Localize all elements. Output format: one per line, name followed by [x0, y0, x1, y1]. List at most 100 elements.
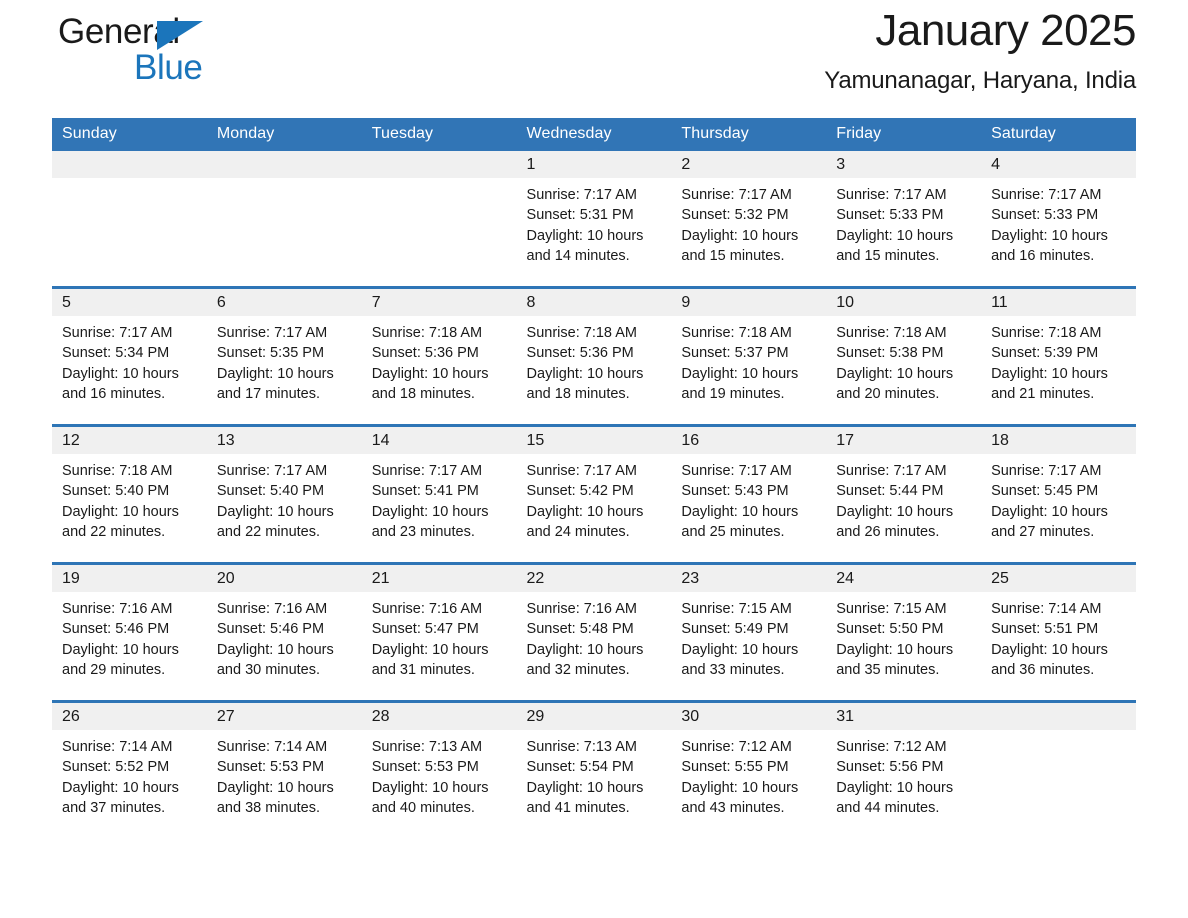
day-details: Sunrise: 7:13 AM Sunset: 5:54 PM Daylight:…	[517, 730, 672, 818]
daylight-text-line2: and 35 minutes.	[836, 661, 940, 678]
day-cell-inner: 30 Sunrise: 7:12 AM Sunset: 5:55 PM Dayligh…	[671, 703, 827, 838]
calendar-day-cell[interactable]: 3 Sunrise: 7:17 AM Sunset: 5:33 PM Daylight…	[826, 151, 982, 288]
calendar-day-cell[interactable]: 12 Sunrise: 7:18 AM Sunset: 5:40 PM Dayligh…	[52, 424, 207, 564]
day-cell-inner	[361, 151, 517, 286]
calendar-day-cell[interactable]: 18 Sunrise: 7:17 AM Sunset: 5:45 PM Dayligh…	[981, 424, 1136, 564]
daylight-text-line2: and 17 minutes.	[216, 385, 321, 402]
calendar-day-cell[interactable]: 2 Sunrise: 7:17 AM Sunset: 5:32 PM Daylight…	[671, 151, 827, 288]
day-details: Sunrise: 7:17 AM Sunset: 5:33 PM Daylight:…	[981, 178, 1136, 266]
calendar-day-cell[interactable]: 11 Sunrise: 7:18 AM Sunset: 5:39 PM Dayligh…	[981, 286, 1136, 426]
calendar-day-cell[interactable]: 10 Sunrise: 7:18 AM Sunset: 5:38 PM Dayligh…	[826, 286, 982, 426]
calendar-day-cell[interactable]: 26 Sunrise: 7:14 AM Sunset: 5:52 PM Dayligh…	[52, 700, 207, 838]
calendar-day-cell[interactable]: 5 Sunrise: 7:17 AM Sunset: 5:34 PM Daylight…	[52, 286, 207, 426]
sunrise-text: Sunrise: 7:18 AM	[62, 463, 173, 479]
calendar-day-cell[interactable]: 25 Sunrise: 7:14 AM Sunset: 5:51 PM Dayligh…	[981, 562, 1136, 702]
daylight-text-line2: and 37 minutes.	[62, 799, 166, 816]
daylight-text-line1: Daylight: 10 hours	[526, 503, 644, 520]
daylight-text-line2: and 24 minutes.	[526, 523, 630, 540]
day-number: 4	[981, 151, 1136, 178]
day-details: Sunrise: 7:17 AM Sunset: 5:41 PM Daylight:…	[362, 454, 517, 542]
calendar-day-cell[interactable]: 23 Sunrise: 7:15 AM Sunset: 5:49 PM Dayligh…	[671, 562, 827, 702]
daylight-text-line2: and 36 minutes.	[991, 661, 1095, 678]
calendar-day-cell[interactable]: 28 Sunrise: 7:13 AM Sunset: 5:53 PM Dayligh…	[361, 700, 517, 838]
sunset-text: Sunset: 5:41 PM	[371, 483, 479, 500]
day-number: 21	[361, 565, 517, 592]
calendar-day-cell[interactable]: 14 Sunrise: 7:17 AM Sunset: 5:41 PM Dayligh…	[361, 424, 517, 564]
day-details: Sunrise: 7:13 AM Sunset: 5:53 PM Daylight:…	[362, 730, 517, 818]
sunrise-text: Sunrise: 7:17 AM	[526, 463, 637, 479]
sunrise-text: Sunrise: 7:15 AM	[681, 601, 792, 617]
day-number: 10	[826, 289, 982, 316]
calendar-day-cell[interactable]: 4 Sunrise: 7:17 AM Sunset: 5:33 PM Daylight…	[981, 151, 1136, 288]
calendar-day-cell[interactable]: 9 Sunrise: 7:18 AM Sunset: 5:37 PM Daylight…	[671, 286, 827, 426]
day-cell-inner: 23 Sunrise: 7:15 AM Sunset: 5:49 PM Dayligh…	[671, 565, 827, 700]
day-number: 7	[361, 289, 517, 316]
day-cell-inner: 16 Sunrise: 7:17 AM Sunset: 5:43 PM Dayligh…	[671, 427, 827, 562]
sunset-text: Sunset: 5:53 PM	[371, 759, 479, 776]
day-number: 23	[671, 565, 827, 592]
weekday-header-thursday: Thursday	[671, 118, 827, 151]
general-blue-logo[interactable]: General Blue	[58, 14, 203, 85]
calendar-day-cell-empty	[981, 700, 1136, 838]
daylight-text-line2: and 26 minutes.	[836, 523, 940, 540]
calendar-day-cell[interactable]: 17 Sunrise: 7:17 AM Sunset: 5:44 PM Dayligh…	[826, 424, 982, 564]
calendar-day-cell[interactable]: 27 Sunrise: 7:14 AM Sunset: 5:53 PM Dayligh…	[206, 700, 362, 838]
daylight-text-line1: Daylight: 10 hours	[62, 503, 179, 520]
day-details: Sunrise: 7:15 AM Sunset: 5:49 PM Daylight:…	[671, 592, 826, 680]
sunrise-text: Sunrise: 7:15 AM	[836, 601, 947, 617]
sunrise-text: Sunrise: 7:17 AM	[836, 463, 947, 479]
daylight-text-line2: and 27 minutes.	[991, 523, 1095, 540]
sunset-text: Sunset: 5:33 PM	[836, 207, 944, 224]
calendar-day-cell[interactable]: 22 Sunrise: 7:16 AM Sunset: 5:48 PM Dayligh…	[516, 562, 672, 702]
sunrise-text: Sunrise: 7:17 AM	[681, 463, 792, 479]
page-title: January 2025	[875, 6, 1136, 55]
day-cell-inner: 12 Sunrise: 7:18 AM Sunset: 5:40 PM Dayligh…	[52, 427, 207, 562]
calendar-day-cell[interactable]: 15 Sunrise: 7:17 AM Sunset: 5:42 PM Dayligh…	[516, 424, 672, 564]
daylight-text-line1: Daylight: 10 hours	[526, 227, 644, 244]
day-cell-inner: 14 Sunrise: 7:17 AM Sunset: 5:41 PM Dayligh…	[361, 427, 517, 562]
location-subtitle: Yamunanagar, Haryana, India	[824, 67, 1136, 95]
sunset-text: Sunset: 5:56 PM	[836, 759, 944, 776]
calendar-day-cell[interactable]: 8 Sunrise: 7:18 AM Sunset: 5:36 PM Daylight…	[516, 286, 672, 426]
calendar-day-cell[interactable]: 1 Sunrise: 7:17 AM Sunset: 5:31 PM Daylight…	[516, 151, 672, 288]
daylight-text-line1: Daylight: 10 hours	[681, 641, 799, 658]
calendar-day-cell[interactable]: 24 Sunrise: 7:15 AM Sunset: 5:50 PM Dayligh…	[826, 562, 982, 702]
daylight-text-line1: Daylight: 10 hours	[836, 779, 954, 796]
calendar-day-cell[interactable]: 6 Sunrise: 7:17 AM Sunset: 5:35 PM Daylight…	[206, 286, 362, 426]
day-number: 11	[981, 289, 1136, 316]
sunrise-text: Sunrise: 7:18 AM	[371, 325, 483, 341]
day-details: Sunrise: 7:17 AM Sunset: 5:33 PM Daylight:…	[826, 178, 981, 266]
sunrise-text: Sunrise: 7:16 AM	[62, 601, 173, 617]
day-cell-inner: 26 Sunrise: 7:14 AM Sunset: 5:52 PM Dayligh…	[52, 703, 207, 838]
sunset-text: Sunset: 5:35 PM	[216, 345, 325, 362]
calendar-day-cell[interactable]: 13 Sunrise: 7:17 AM Sunset: 5:40 PM Dayligh…	[206, 424, 362, 564]
day-details: Sunrise: 7:17 AM Sunset: 5:35 PM Daylight:…	[207, 316, 362, 404]
day-number: 17	[826, 427, 982, 454]
calendar-body: 1 Sunrise: 7:17 AM Sunset: 5:31 PM Daylight…	[52, 151, 1136, 838]
day-number: 29	[516, 703, 672, 730]
day-cell-inner: 31 Sunrise: 7:12 AM Sunset: 5:56 PM Dayligh…	[826, 703, 982, 838]
calendar-day-cell-empty	[361, 151, 517, 288]
daylight-text-line1: Daylight: 10 hours	[371, 641, 489, 658]
day-number: 26	[52, 703, 207, 730]
weekday-header-friday: Friday	[826, 118, 982, 151]
calendar-day-cell[interactable]: 19 Sunrise: 7:16 AM Sunset: 5:46 PM Dayligh…	[52, 562, 207, 702]
calendar-day-cell[interactable]: 20 Sunrise: 7:16 AM Sunset: 5:46 PM Dayligh…	[206, 562, 362, 702]
calendar-day-cell[interactable]: 16 Sunrise: 7:17 AM Sunset: 5:43 PM Dayligh…	[671, 424, 827, 564]
calendar-day-cell[interactable]: 7 Sunrise: 7:18 AM Sunset: 5:36 PM Daylight…	[361, 286, 517, 426]
calendar-day-cell[interactable]: 29 Sunrise: 7:13 AM Sunset: 5:54 PM Dayligh…	[516, 700, 672, 838]
calendar-week-row: 26 Sunrise: 7:14 AM Sunset: 5:52 PM Dayligh…	[52, 700, 1136, 838]
daylight-text-line2: and 22 minutes.	[62, 523, 166, 540]
day-number: 22	[516, 565, 672, 592]
page-header: General Blue January 2025 Yamunanagar, H…	[52, 0, 1136, 118]
day-cell-inner: 27 Sunrise: 7:14 AM Sunset: 5:53 PM Dayligh…	[206, 703, 362, 838]
calendar-day-cell[interactable]: 31 Sunrise: 7:12 AM Sunset: 5:56 PM Dayligh…	[826, 700, 982, 838]
day-cell-inner: 11 Sunrise: 7:18 AM Sunset: 5:39 PM Dayligh…	[981, 289, 1136, 424]
day-details: Sunrise: 7:17 AM Sunset: 5:44 PM Daylight:…	[826, 454, 981, 542]
daylight-text-line2: and 16 minutes.	[991, 247, 1095, 264]
daylight-text-line2: and 14 minutes.	[526, 247, 630, 264]
title-block: January 2025 Yamunanagar, Haryana, India	[824, 6, 1136, 95]
calendar-day-cell[interactable]: 21 Sunrise: 7:16 AM Sunset: 5:47 PM Dayligh…	[361, 562, 517, 702]
day-cell-inner	[981, 703, 1136, 838]
calendar-day-cell[interactable]: 30 Sunrise: 7:12 AM Sunset: 5:55 PM Dayligh…	[671, 700, 827, 838]
